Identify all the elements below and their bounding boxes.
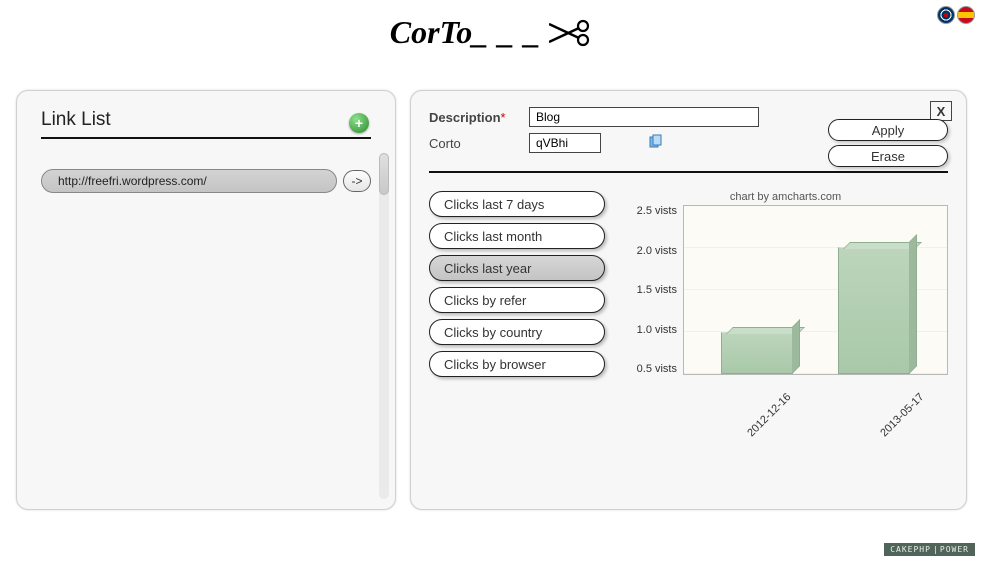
copy-icon[interactable] <box>647 134 663 153</box>
go-button[interactable]: -> <box>343 170 371 192</box>
logo: CorTo_ _ _ <box>390 14 593 51</box>
x-axis: 2012-12-162013-05-17 <box>623 391 948 403</box>
stat-filter-button[interactable]: Clicks by browser <box>429 351 605 377</box>
scrollbar[interactable] <box>379 153 389 499</box>
erase-button-label: Erase <box>871 149 905 164</box>
y-axis: 2.5 vists 2.0 vists 1.5 vists 1.0 vists 0.5 … <box>623 205 683 375</box>
x-tick: 2013-05-17 <box>867 391 926 450</box>
scissors-icon <box>549 19 593 47</box>
link-url-text: http://freefri.wordpress.com/ <box>58 174 207 188</box>
link-list-panel: Link List + http://freefri.wordpress.com… <box>16 90 396 510</box>
flag-uk-icon[interactable] <box>937 6 955 24</box>
erase-button[interactable]: Erase <box>828 145 948 167</box>
link-row: http://freefri.wordpress.com/ -> <box>41 169 371 193</box>
bar <box>721 332 793 375</box>
stat-filter-button[interactable]: Clicks last year <box>429 255 605 281</box>
link-url[interactable]: http://freefri.wordpress.com/ <box>41 169 337 193</box>
stats-filter-list: Clicks last 7 days Clicks last month Click… <box>429 191 605 403</box>
link-list-title: Link List <box>41 109 371 131</box>
stat-filter-button[interactable]: Clicks last month <box>429 223 605 249</box>
stat-filter-button[interactable]: Clicks last 7 days <box>429 191 605 217</box>
corto-input[interactable] <box>529 133 601 153</box>
y-tick: 2.0 vists <box>637 245 677 257</box>
y-tick: 1.5 vists <box>637 284 677 296</box>
plot-area <box>683 205 948 375</box>
logo-text: CorTo <box>390 14 472 50</box>
chart: chart by amcharts.com 2.5 vists 2.0 vists… <box>623 191 948 403</box>
go-button-label: -> <box>351 174 362 188</box>
flag-es-icon[interactable] <box>957 6 975 24</box>
y-tick: 1.0 vists <box>637 324 677 336</box>
y-tick: 2.5 vists <box>637 205 677 217</box>
detail-panel: X Description* Corto Apply Erase Cli <box>410 90 967 510</box>
stat-filter-button[interactable]: Clicks by refer <box>429 287 605 313</box>
description-input[interactable] <box>529 107 759 127</box>
apply-button-label: Apply <box>872 123 905 138</box>
add-link-button[interactable]: + <box>349 113 369 133</box>
scrollbar-thumb[interactable] <box>379 153 389 195</box>
description-label: Description* <box>429 110 529 125</box>
divider <box>41 137 371 139</box>
x-tick: 2012-12-16 <box>734 391 793 450</box>
chart-title: chart by amcharts.com <box>623 191 948 203</box>
close-button-label: X <box>937 104 946 119</box>
bar <box>838 247 910 375</box>
apply-button[interactable]: Apply <box>828 119 948 141</box>
footer-badge: CAKEPHPPOWER <box>884 543 975 556</box>
divider <box>429 171 948 173</box>
corto-label: Corto <box>429 136 529 151</box>
close-button[interactable]: X <box>930 101 952 121</box>
stat-filter-button[interactable]: Clicks by country <box>429 319 605 345</box>
y-tick: 0.5 vists <box>637 363 677 375</box>
